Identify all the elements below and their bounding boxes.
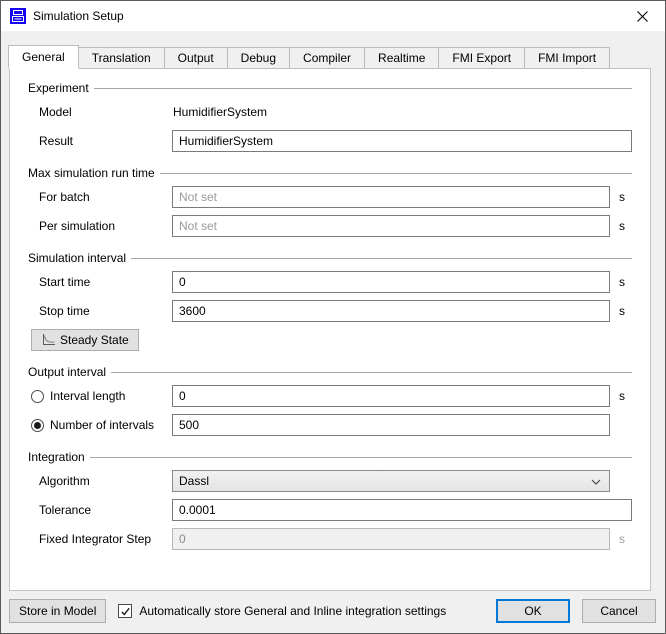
- group-integration-header: Integration: [28, 449, 632, 465]
- group-output-interval-title: Output interval: [28, 365, 106, 379]
- algorithm-dropdown[interactable]: Dassl: [172, 470, 610, 492]
- group-integration-title: Integration: [28, 450, 85, 464]
- fixed-integrator-step-row: Fixed Integrator Step s: [28, 528, 632, 550]
- interval-length-row: Interval length s: [28, 385, 632, 407]
- tab-general-label: General: [22, 50, 65, 64]
- tab-fmi-import-label: FMI Import: [538, 51, 596, 65]
- title-bar: Simulation Setup: [1, 1, 665, 31]
- footer-bar: Store in Model Automatically store Gener…: [9, 599, 656, 623]
- tab-fmi-export-label: FMI Export: [452, 51, 511, 65]
- close-button[interactable]: [619, 1, 665, 31]
- tab-compiler-label: Compiler: [303, 51, 351, 65]
- tab-debug[interactable]: Debug: [228, 47, 290, 69]
- for-batch-label: For batch: [39, 190, 172, 204]
- start-time-input[interactable]: [172, 271, 610, 293]
- group-experiment-title: Experiment: [28, 81, 89, 95]
- ok-button-label: OK: [524, 604, 541, 618]
- tab-realtime-label: Realtime: [378, 51, 425, 65]
- tab-debug-label: Debug: [241, 51, 276, 65]
- group-output-interval-header: Output interval: [28, 364, 632, 380]
- fixed-integrator-step-label: Fixed Integrator Step: [39, 532, 172, 546]
- window-title: Simulation Setup: [33, 9, 124, 23]
- fixed-integrator-step-input: [172, 528, 610, 550]
- start-time-row: Start time s: [28, 271, 632, 293]
- per-simulation-input[interactable]: [172, 215, 610, 237]
- group-max-run-time: Max simulation run time For batch s Per …: [28, 165, 632, 237]
- result-input[interactable]: [172, 130, 632, 152]
- result-row: Result: [28, 130, 632, 152]
- tab-bar: General Translation Output Debug Compile…: [9, 45, 610, 69]
- tab-translation[interactable]: Translation: [79, 47, 165, 69]
- cancel-button[interactable]: Cancel: [582, 599, 656, 623]
- cancel-button-label: Cancel: [600, 604, 637, 618]
- fixed-integrator-step-unit: s: [619, 532, 631, 546]
- group-max-run-time-header: Max simulation run time: [28, 165, 632, 181]
- group-integration: Integration Algorithm Dassl Tolerance: [28, 449, 632, 550]
- interval-length-input[interactable]: [172, 385, 610, 407]
- algorithm-label: Algorithm: [39, 474, 172, 488]
- group-simulation-interval-header: Simulation interval: [28, 250, 632, 266]
- auto-store-checkbox[interactable]: [118, 604, 132, 618]
- start-time-label: Start time: [39, 275, 172, 289]
- group-divider-line: [131, 258, 632, 259]
- per-simulation-label: Per simulation: [39, 219, 172, 233]
- steady-state-plot-icon: [41, 333, 56, 347]
- interval-length-unit: s: [619, 389, 631, 403]
- group-divider-line: [160, 173, 632, 174]
- algorithm-selected-value: Dassl: [179, 474, 591, 488]
- group-experiment: Experiment Model HumidifierSystem Result: [28, 80, 632, 152]
- per-simulation-row: Per simulation s: [28, 215, 632, 237]
- tab-output-label: Output: [178, 51, 214, 65]
- tab-output[interactable]: Output: [165, 47, 228, 69]
- result-label: Result: [39, 134, 172, 148]
- number-of-intervals-input[interactable]: [172, 414, 610, 436]
- group-output-interval: Output interval Interval length s Number…: [28, 364, 632, 436]
- steady-state-button-label: Steady State: [60, 333, 129, 347]
- group-simulation-interval-title: Simulation interval: [28, 251, 126, 265]
- algorithm-row: Algorithm Dassl: [28, 470, 632, 492]
- stop-time-unit: s: [619, 304, 631, 318]
- simulation-setup-icon: [10, 8, 26, 24]
- stop-time-row: Stop time s: [28, 300, 632, 322]
- model-label: Model: [39, 105, 172, 119]
- group-divider-line: [94, 88, 632, 89]
- tab-fmi-export[interactable]: FMI Export: [439, 47, 525, 69]
- store-in-model-label: Store in Model: [19, 604, 96, 618]
- model-row: Model HumidifierSystem: [28, 101, 632, 123]
- tolerance-input[interactable]: [172, 499, 632, 521]
- ok-button[interactable]: OK: [496, 599, 570, 623]
- tolerance-label: Tolerance: [39, 503, 172, 517]
- store-in-model-button[interactable]: Store in Model: [9, 599, 106, 623]
- group-max-run-time-title: Max simulation run time: [28, 166, 155, 180]
- tab-compiler[interactable]: Compiler: [290, 47, 365, 69]
- group-experiment-header: Experiment: [28, 80, 632, 96]
- for-batch-unit: s: [619, 190, 631, 204]
- steady-state-row: Steady State: [31, 329, 632, 351]
- number-of-intervals-radio[interactable]: [31, 419, 44, 432]
- number-of-intervals-label: Number of intervals: [50, 418, 172, 432]
- tab-general[interactable]: General: [8, 45, 79, 69]
- group-divider-line: [111, 372, 632, 373]
- number-of-intervals-row: Number of intervals: [28, 414, 632, 436]
- group-divider-line: [90, 457, 632, 458]
- chevron-down-icon: [591, 474, 601, 488]
- interval-length-label: Interval length: [50, 389, 172, 403]
- start-time-unit: s: [619, 275, 631, 289]
- tab-fmi-import[interactable]: FMI Import: [525, 47, 610, 69]
- stop-time-label: Stop time: [39, 304, 172, 318]
- interval-length-radio[interactable]: [31, 390, 44, 403]
- tolerance-row: Tolerance: [28, 499, 632, 521]
- stop-time-input[interactable]: [172, 300, 610, 322]
- group-simulation-interval: Simulation interval Start time s Stop ti…: [28, 250, 632, 351]
- for-batch-input[interactable]: [172, 186, 610, 208]
- tab-realtime[interactable]: Realtime: [365, 47, 439, 69]
- tab-translation-label: Translation: [92, 51, 151, 65]
- general-tab-pane: Experiment Model HumidifierSystem Result…: [9, 68, 651, 591]
- per-simulation-unit: s: [619, 219, 631, 233]
- model-value: HumidifierSystem: [172, 105, 267, 119]
- for-batch-row: For batch s: [28, 186, 632, 208]
- simulation-setup-dialog: Simulation Setup General Translation Out…: [0, 0, 666, 634]
- steady-state-button[interactable]: Steady State: [31, 329, 139, 351]
- auto-store-label: Automatically store General and Inline i…: [139, 604, 446, 618]
